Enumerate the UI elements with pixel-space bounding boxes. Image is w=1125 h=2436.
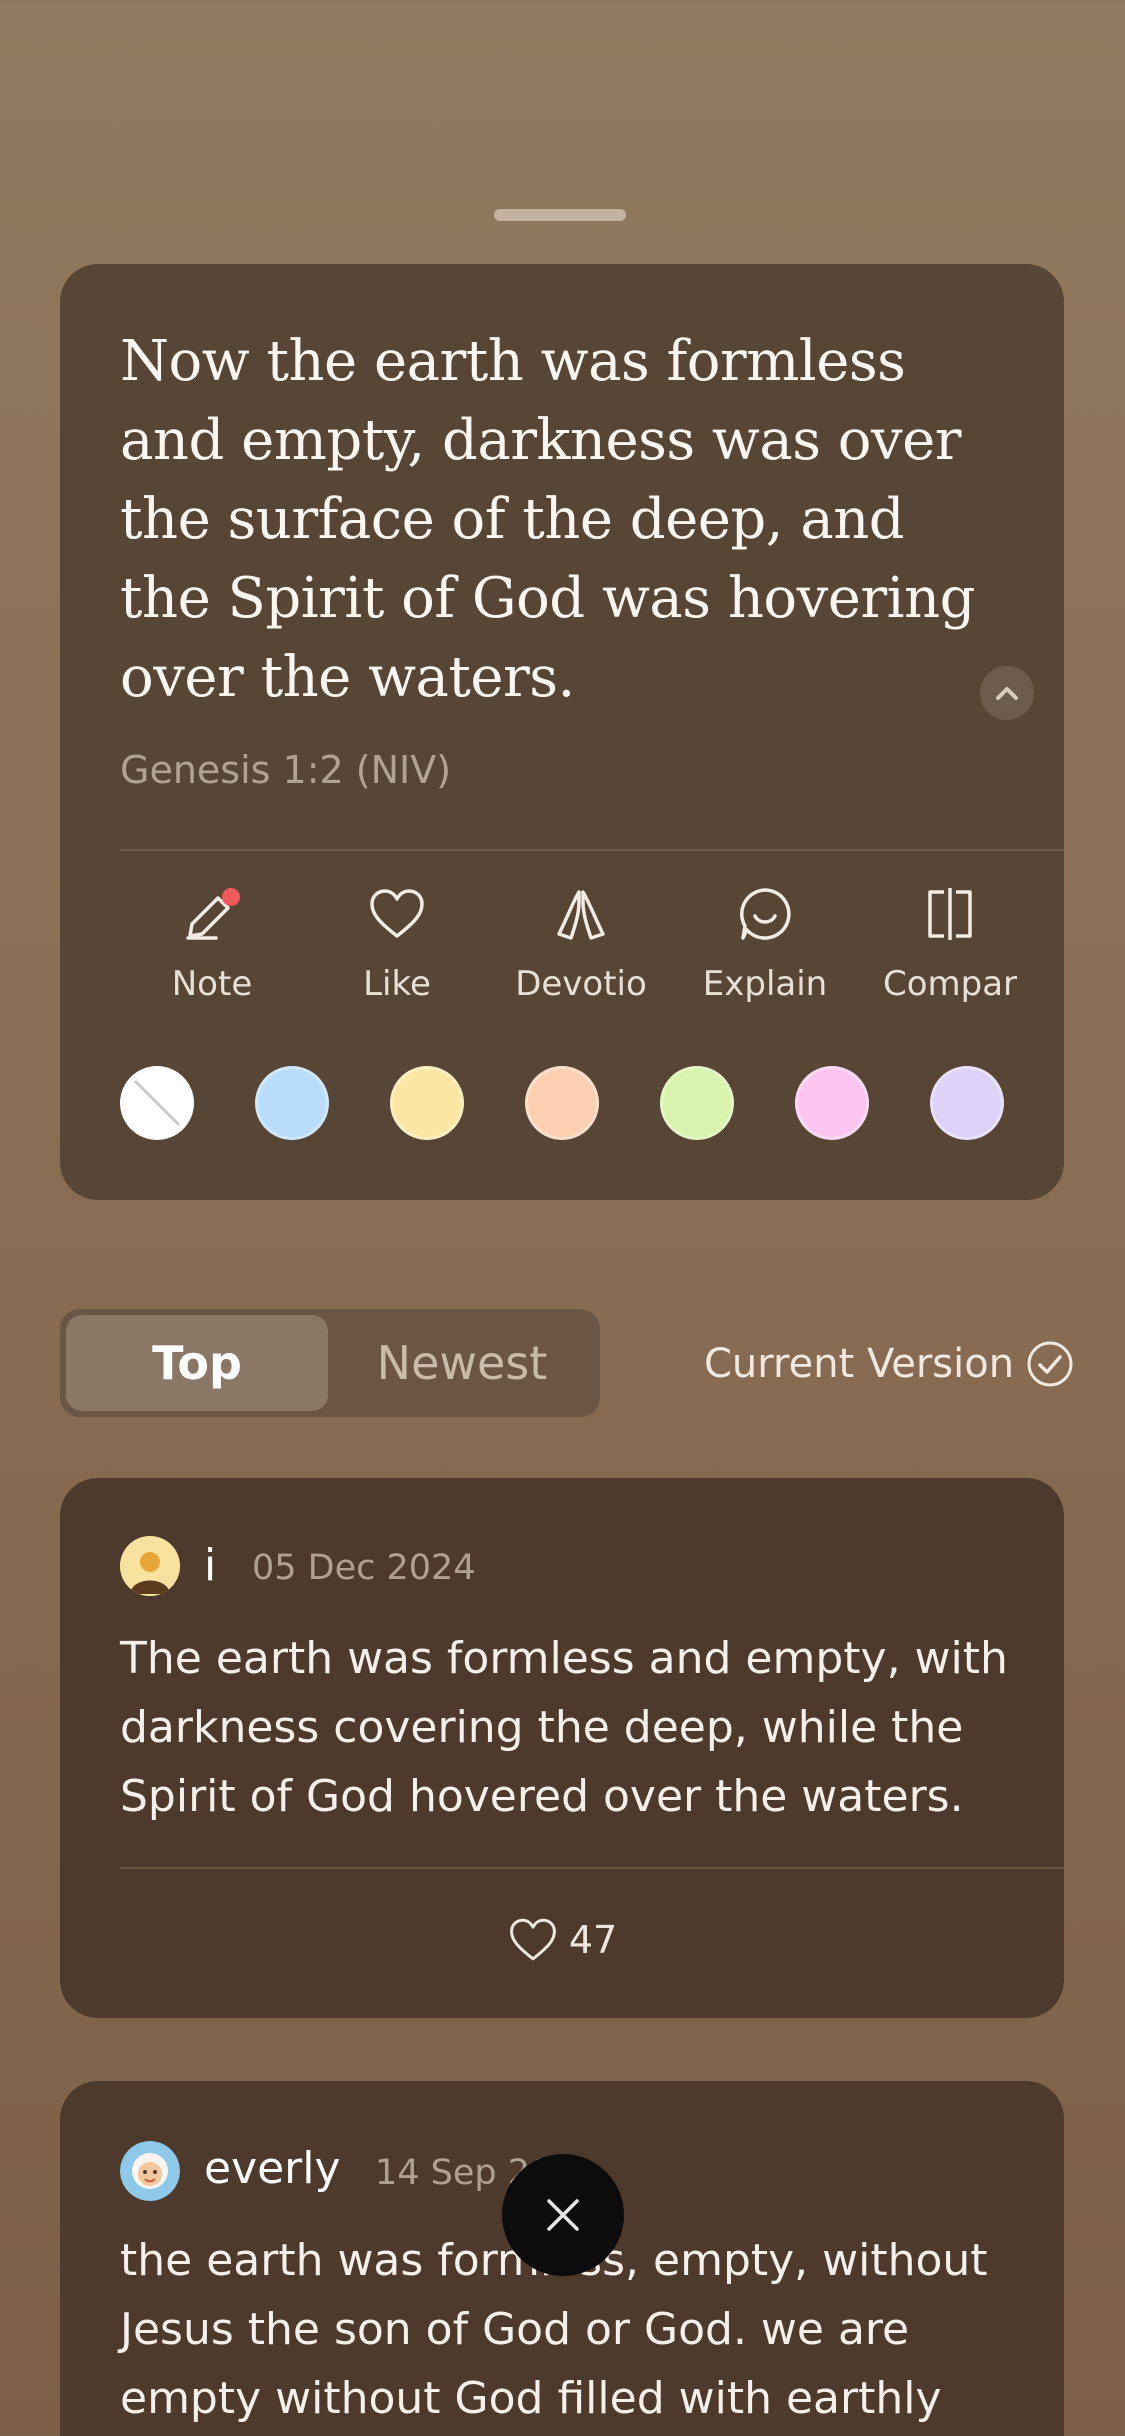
swatch-none[interactable]: [120, 1066, 194, 1140]
swatch-yellow[interactable]: [390, 1066, 464, 1140]
compare-button[interactable]: Compar: [870, 864, 1030, 1004]
post-divider: [120, 1867, 1064, 1869]
user-avatar-icon: [120, 1536, 180, 1596]
divider: [120, 849, 1064, 851]
post-text: The earth was formless and empty, with d…: [120, 1633, 1008, 1822]
check-circle-icon: [1027, 1341, 1073, 1387]
close-icon: [547, 2199, 579, 2231]
verse-text: Now the earth was formless and empty, da…: [120, 329, 975, 710]
close-button[interactable]: [502, 2154, 624, 2276]
post-card[interactable]: i 05 Dec 2024 The earth was formless and…: [60, 1478, 1064, 2018]
like-button[interactable]: Like: [317, 864, 477, 1004]
smile-bubble-icon: [740, 888, 791, 940]
like-label: Like: [363, 964, 431, 1004]
user-avatar-icon: [120, 2141, 180, 2201]
swatch-purple[interactable]: [930, 1066, 1004, 1140]
compare-icon: [928, 888, 972, 940]
post-username[interactable]: i: [204, 1540, 216, 1591]
sheet-grabber[interactable]: [494, 209, 626, 221]
post-username[interactable]: everly: [204, 2143, 341, 2194]
explain-button[interactable]: Explain: [685, 864, 845, 1004]
explain-label: Explain: [702, 964, 828, 1004]
praying-hands-icon: [557, 890, 605, 940]
post-date: 05 Dec 2024: [252, 1548, 476, 1588]
copy-button[interactable]: Co: [1054, 864, 1064, 1004]
current-version-label: Current Version: [704, 1341, 1015, 1387]
verse-reference: Genesis 1:2 (NIV): [120, 748, 452, 792]
note-button[interactable]: Note: [132, 864, 292, 1004]
chevron-up-icon: [996, 687, 1018, 700]
devotion-button[interactable]: Devotio: [501, 864, 661, 1004]
swatch-green[interactable]: [660, 1066, 734, 1140]
like-count: 47: [568, 1918, 618, 1962]
verse-card: Now the earth was formless and empty, da…: [60, 264, 1064, 1200]
swatch-peach[interactable]: [525, 1066, 599, 1140]
avatar[interactable]: [120, 2141, 180, 2201]
copy-label: Co: [1054, 964, 1064, 1004]
no-color-icon: [133, 1079, 181, 1127]
tab-newest[interactable]: Newest: [330, 1315, 594, 1411]
tab-top[interactable]: Top: [66, 1315, 328, 1411]
note-label: Note: [171, 964, 253, 1004]
avatar[interactable]: [120, 1536, 180, 1596]
note-edit-icon: [186, 888, 240, 940]
compare-label: Compar: [882, 964, 1018, 1004]
swatch-blue[interactable]: [255, 1066, 329, 1140]
collapse-button[interactable]: [980, 666, 1034, 720]
highlight-color-picker: [120, 1066, 1064, 1140]
post-like-button[interactable]: 47: [60, 1916, 1064, 1964]
devotion-label: Devotio: [515, 964, 647, 1004]
heart-icon: [370, 889, 424, 938]
verse-actions: Note Like Devotio Explain Compar: [60, 864, 1064, 1004]
heart-icon: [509, 1918, 556, 1961]
swatch-pink[interactable]: [795, 1066, 869, 1140]
current-version-toggle[interactable]: Current Version: [704, 1334, 1074, 1394]
sort-tabs: Top Newest: [60, 1309, 600, 1417]
